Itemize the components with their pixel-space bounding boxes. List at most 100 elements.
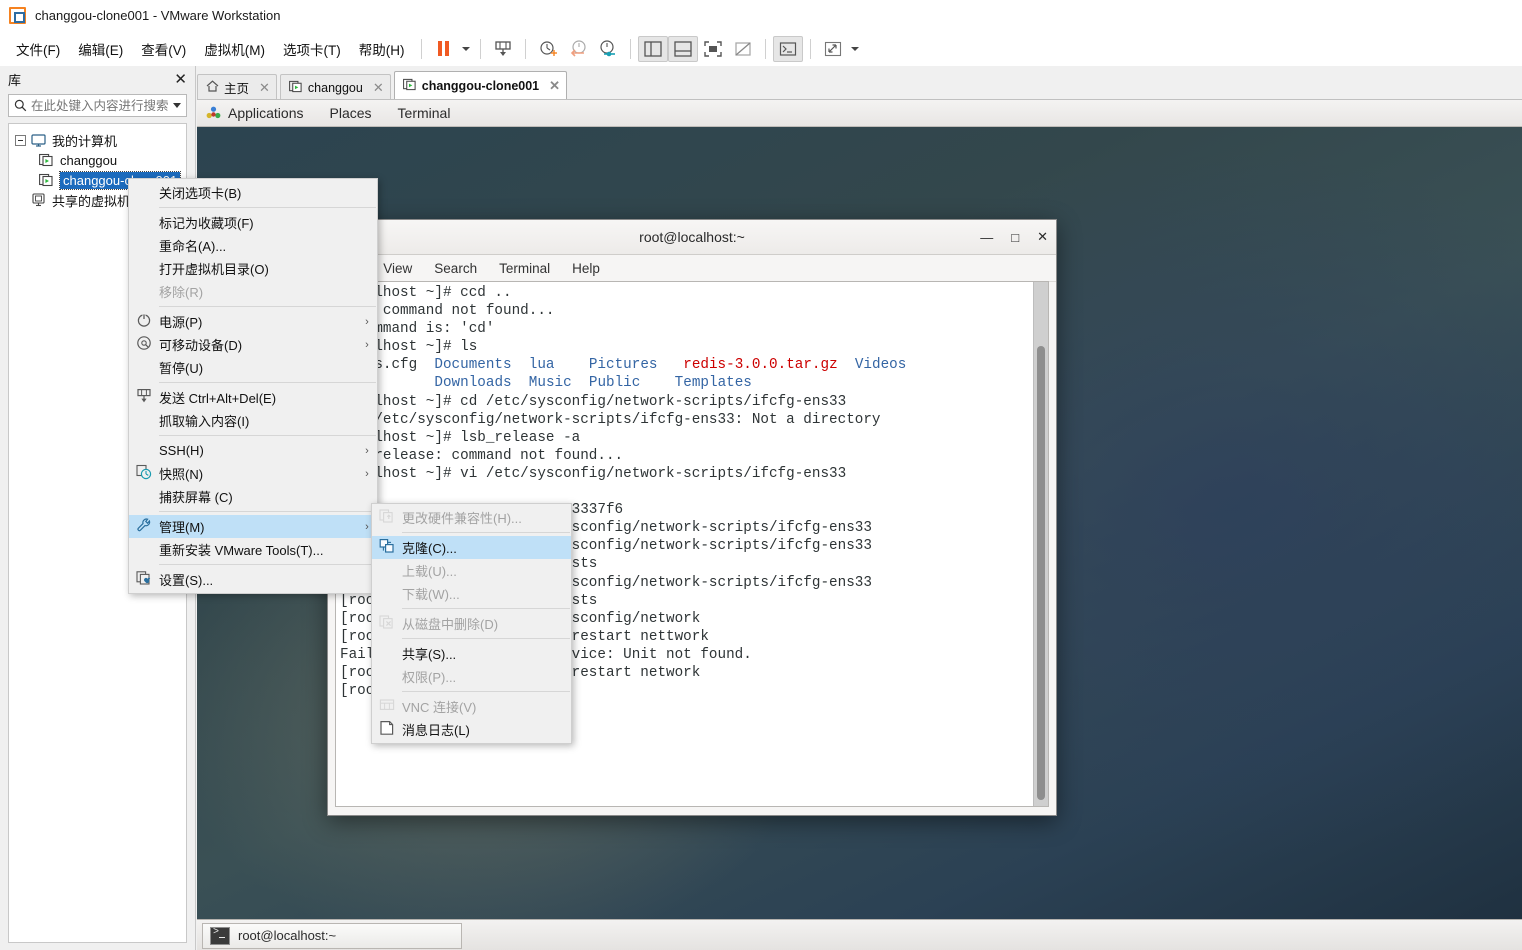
tab-close-icon[interactable]: ✕ bbox=[259, 80, 270, 96]
manage-submenu[interactable]: 更改硬件兼容性(H)... 克隆(C)... 上载(U)... 下载(W)... 从磁盘… bbox=[371, 503, 572, 744]
sub-share[interactable]: 共享(S)... bbox=[372, 642, 571, 665]
minimize-icon[interactable]: — bbox=[980, 230, 993, 245]
guest-menu-terminal[interactable]: Terminal bbox=[398, 105, 451, 121]
terminal-line: localhost ~]# lsb_release -a bbox=[340, 429, 581, 446]
vm-context-menu[interactable]: 关闭选项卡(B) 标记为收藏项(F) 重命名(A)... 打开虚拟机目录(O) 移除(R… bbox=[128, 178, 378, 594]
sub-delete-from-disk: 从磁盘中删除(D) bbox=[372, 612, 571, 635]
sub-clone[interactable]: 克隆(C)... bbox=[372, 536, 571, 559]
ctx-snapshot[interactable]: 快照(N) › bbox=[129, 462, 377, 485]
tab-label: changgou bbox=[307, 80, 363, 95]
close-icon[interactable]: ✕ bbox=[174, 72, 187, 87]
stretch-icon[interactable] bbox=[818, 36, 848, 62]
tree-item-my-computer[interactable]: 我的计算机 bbox=[9, 130, 186, 150]
ctx-ssh[interactable]: SSH(H) › bbox=[129, 439, 377, 462]
menu-separator bbox=[159, 435, 376, 436]
wrench-icon bbox=[129, 517, 159, 536]
unity-mode-icon[interactable] bbox=[728, 36, 758, 62]
terminal-menu-terminal[interactable]: Terminal bbox=[499, 261, 550, 276]
tree-label: 共享的虚拟机 bbox=[52, 193, 131, 209]
menu-file[interactable]: 文件(F) bbox=[7, 35, 69, 63]
pause-icon[interactable] bbox=[429, 36, 459, 62]
terminal-line: cd: /etc/sysconfig/network-scripts/ifcfg… bbox=[340, 411, 881, 428]
ctx-removable-devices[interactable]: 可移动设备(D) › bbox=[129, 333, 377, 356]
terminal-icon bbox=[210, 926, 230, 945]
console-icon[interactable] bbox=[772, 35, 803, 62]
ctx-send-cad[interactable]: 发送 Ctrl+Alt+Del(E) bbox=[129, 386, 377, 409]
menu-item-label: 更改硬件兼容性(H)... bbox=[402, 511, 522, 526]
clone-icon bbox=[379, 538, 395, 557]
ctx-power[interactable]: 电源(P) › bbox=[129, 310, 377, 333]
terminal-menu-help[interactable]: Help bbox=[572, 261, 600, 276]
guest-top-panel: Applications Places Terminal bbox=[197, 100, 1522, 127]
ctx-close-tab[interactable]: 关闭选项卡(B) bbox=[129, 181, 377, 204]
ctx-manage[interactable]: 管理(M) › bbox=[129, 515, 377, 538]
maximize-icon[interactable]: □ bbox=[1011, 230, 1019, 245]
menu-item-label: 关闭选项卡(B) bbox=[159, 186, 242, 201]
terminal-scrollbar[interactable] bbox=[1033, 282, 1048, 806]
ctx-settings[interactable]: 设置(S)... bbox=[129, 568, 377, 591]
menu-separator bbox=[159, 207, 376, 208]
close-icon[interactable]: ✕ bbox=[1037, 229, 1048, 245]
terminal-menu-search[interactable]: Search bbox=[434, 261, 477, 276]
menu-separator bbox=[402, 691, 570, 692]
tab-changgou[interactable]: changgou ✕ bbox=[279, 74, 391, 100]
ctx-reinstall-vmware-tools[interactable]: 重新安装 VMware Tools(T)... bbox=[129, 538, 377, 561]
terminal-title: root@localhost:~ bbox=[639, 229, 745, 245]
tab-close-icon[interactable]: ✕ bbox=[373, 80, 384, 96]
guest-menu-applications[interactable]: Applications bbox=[228, 105, 304, 121]
search-dropdown-icon[interactable] bbox=[168, 103, 186, 108]
vm-icon bbox=[289, 80, 303, 96]
snapshot-take-icon[interactable] bbox=[533, 36, 563, 62]
tab-home[interactable]: 主页 ✕ bbox=[197, 74, 277, 100]
tab-changgou-clone001[interactable]: changgou-clone001 ✕ bbox=[393, 71, 568, 100]
taskbar-window-button[interactable]: root@localhost:~ bbox=[202, 922, 462, 949]
tree-label: 我的计算机 bbox=[52, 133, 118, 149]
taskbar-window-label: root@localhost:~ bbox=[238, 928, 337, 943]
send-ctrl-alt-del-icon[interactable] bbox=[488, 36, 518, 62]
menu-edit[interactable]: 编辑(E) bbox=[69, 35, 132, 63]
ctx-grab-input[interactable]: 抓取输入内容(I) bbox=[129, 409, 377, 432]
menu-help[interactable]: 帮助(H) bbox=[350, 35, 414, 63]
vnc-icon bbox=[379, 697, 395, 716]
menu-item-label: 下载(W)... bbox=[402, 587, 460, 602]
menu-view[interactable]: 查看(V) bbox=[132, 35, 195, 63]
sub-message-log[interactable]: 消息日志(L) bbox=[372, 718, 571, 741]
ctx-capture-screen[interactable]: 捕获屏幕 (C) bbox=[129, 485, 377, 508]
menu-item-label: 捕获屏幕 (C) bbox=[159, 490, 233, 505]
tree-item-changgou[interactable]: changgou bbox=[9, 150, 186, 170]
snapshot-manager-icon[interactable] bbox=[593, 36, 623, 62]
library-search-box[interactable] bbox=[8, 94, 187, 117]
ctx-mark-favorite[interactable]: 标记为收藏项(F) bbox=[129, 211, 377, 234]
ctx-rename[interactable]: 重命名(A)... bbox=[129, 234, 377, 257]
search-input[interactable] bbox=[31, 98, 168, 113]
terminal-line: p Downloads Music Public Templates bbox=[340, 375, 752, 392]
tab-close-icon[interactable]: ✕ bbox=[549, 78, 560, 94]
stretch-caret-icon[interactable] bbox=[848, 36, 862, 62]
terminal-menu-view[interactable]: View bbox=[383, 261, 412, 276]
vmware-logo-icon bbox=[9, 6, 27, 25]
menu-item-label: 消息日志(L) bbox=[402, 723, 470, 738]
full-screen-icon[interactable] bbox=[698, 36, 728, 62]
terminal-scrollbar-thumb[interactable] bbox=[1037, 346, 1045, 800]
shared-vm-icon bbox=[31, 193, 46, 207]
wrench-icon bbox=[136, 517, 152, 536]
search-icon bbox=[9, 99, 31, 112]
menu-tabs[interactable]: 选项卡(T) bbox=[274, 35, 350, 63]
ctx-pause[interactable]: 暂停(U) bbox=[129, 356, 377, 379]
dropdown-caret-icon[interactable] bbox=[459, 36, 473, 62]
menu-item-label: 发送 Ctrl+Alt+Del(E) bbox=[159, 391, 277, 406]
menu-vm[interactable]: 虚拟机(M) bbox=[195, 35, 274, 63]
power-icon bbox=[136, 312, 152, 331]
tree-label: changgou bbox=[60, 152, 118, 168]
guest-menu-places[interactable]: Places bbox=[330, 105, 372, 121]
library-title: 库 bbox=[8, 72, 22, 88]
show-thumbnails-icon[interactable] bbox=[667, 35, 698, 62]
ctx-open-vm-dir[interactable]: 打开虚拟机目录(O) bbox=[129, 257, 377, 280]
menu-item-label: 电源(P) bbox=[159, 315, 203, 330]
menu-item-label: 上载(U)... bbox=[402, 564, 457, 579]
snapshot-revert-icon[interactable] bbox=[563, 36, 593, 62]
terminal-line: r command is: 'cd' bbox=[340, 321, 495, 338]
show-library-icon[interactable] bbox=[637, 35, 668, 62]
tree-expander-icon[interactable] bbox=[15, 134, 26, 146]
